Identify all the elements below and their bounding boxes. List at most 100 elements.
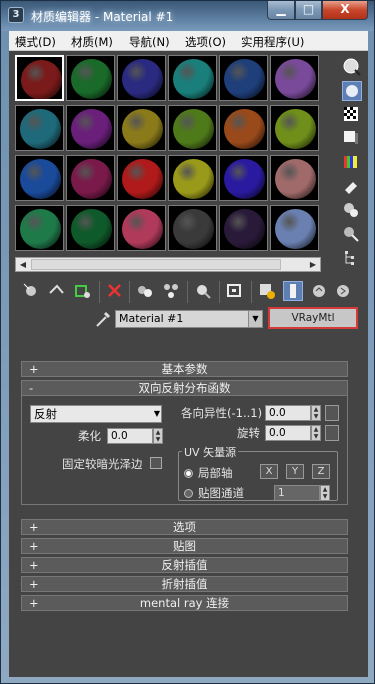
material-sphere xyxy=(122,109,163,149)
rollout-maps[interactable]: 贴图 + xyxy=(21,538,348,554)
rollout-refract-interpolation[interactable]: 折射插值 + xyxy=(21,576,348,592)
material-sample-slot[interactable] xyxy=(15,155,64,201)
axis-y-button[interactable]: Y xyxy=(286,464,304,479)
put-to-library-icon[interactable] xyxy=(193,281,213,301)
material-sample-slot[interactable] xyxy=(66,155,115,201)
material-sample-slot[interactable] xyxy=(168,55,217,101)
window-title: 材质编辑器 - Material #1 xyxy=(31,10,174,24)
rollout-label: mental ray 连接 xyxy=(139,596,230,610)
anisotropy-map-button[interactable] xyxy=(325,405,339,421)
material-sample-slot[interactable] xyxy=(219,105,268,151)
menu-material[interactable]: 材质(M) xyxy=(71,34,113,50)
material-sphere xyxy=(173,59,214,99)
rollout-basic-params[interactable]: 基本参数 + xyxy=(21,361,348,377)
get-material-icon[interactable] xyxy=(21,281,41,301)
scroll-left-icon[interactable]: ◀ xyxy=(16,258,30,271)
material-sphere xyxy=(275,209,316,249)
show-end-result-icon[interactable] xyxy=(283,281,303,301)
material-sample-slot[interactable] xyxy=(168,105,217,151)
backlight-icon[interactable] xyxy=(342,81,362,101)
map-channel-input[interactable]: 1 xyxy=(274,485,320,501)
show-map-icon[interactable] xyxy=(257,281,277,301)
rollout-options[interactable]: 选项 + xyxy=(21,519,348,535)
material-name-value: Material #1 xyxy=(119,312,184,325)
make-unique-icon[interactable] xyxy=(161,281,181,301)
material-sample-slot[interactable] xyxy=(270,55,319,101)
toolbar-separator xyxy=(187,281,188,303)
scroll-thumb[interactable] xyxy=(31,259,281,270)
soften-input[interactable]: 0.0 xyxy=(107,428,153,444)
eyedropper-icon[interactable] xyxy=(94,309,112,329)
material-sample-slot[interactable] xyxy=(117,155,166,201)
material-sample-slot[interactable] xyxy=(219,55,268,101)
make-preview-icon[interactable] xyxy=(342,177,362,197)
material-navigator-icon[interactable] xyxy=(342,249,362,269)
close-button[interactable]: X xyxy=(322,1,368,20)
map-channel-spinner[interactable]: ▲ ▼ xyxy=(320,485,330,501)
local-axis-radio[interactable] xyxy=(184,469,193,478)
material-type-button[interactable]: VRayMtl xyxy=(268,307,358,329)
title-bar[interactable]: 3 材质编辑器 - Material #1 ▁ □ X xyxy=(1,1,374,31)
chevron-down-icon[interactable]: ▼ xyxy=(248,311,262,327)
anisotropy-spinner[interactable]: ▲ ▼ xyxy=(311,405,321,421)
assign-to-selection-icon[interactable] xyxy=(73,281,93,301)
material-sphere xyxy=(173,109,214,149)
rollout-reflect-interpolation[interactable]: 反射插值 + xyxy=(21,557,348,573)
video-color-check-icon[interactable] xyxy=(342,153,362,173)
rollout-label: 贴图 xyxy=(173,539,196,553)
reset-map-icon[interactable] xyxy=(105,281,125,301)
material-sample-slot[interactable] xyxy=(168,205,217,251)
material-name-field[interactable]: Material #1 ▼ xyxy=(115,310,263,328)
menu-utilities[interactable]: 实用程序(U) xyxy=(241,34,304,50)
material-sample-slot[interactable] xyxy=(117,55,166,101)
rotation-spinner[interactable]: ▲ ▼ xyxy=(311,425,321,441)
rollout-label: 反射插值 xyxy=(161,558,208,572)
axis-z-button[interactable]: Z xyxy=(312,464,330,479)
map-channel-radio[interactable] xyxy=(184,489,193,498)
material-sample-slot[interactable] xyxy=(66,105,115,151)
material-sample-slot[interactable] xyxy=(15,205,64,251)
go-to-parent-icon[interactable] xyxy=(309,281,329,301)
rotation-map-button[interactable] xyxy=(325,425,339,441)
menu-mode[interactable]: 模式(D) xyxy=(15,34,56,50)
material-sample-slot[interactable] xyxy=(270,205,319,251)
put-to-scene-icon[interactable] xyxy=(47,281,67,301)
sample-type-icon[interactable] xyxy=(342,57,362,77)
material-sample-slot[interactable] xyxy=(219,205,268,251)
material-sample-slot[interactable] xyxy=(66,205,115,251)
rotation-label: 旋转 xyxy=(237,426,260,440)
maximize-button[interactable]: □ xyxy=(295,1,322,20)
rollout-brdf[interactable]: 双向反射分布函数 - xyxy=(21,380,348,396)
options-icon[interactable] xyxy=(342,201,362,221)
rollout-label: 选项 xyxy=(173,520,196,534)
axis-x-button[interactable]: X xyxy=(260,464,278,479)
scroll-right-icon[interactable]: ▶ xyxy=(306,258,320,271)
material-id-channel-icon[interactable] xyxy=(225,281,245,301)
material-sample-slot[interactable] xyxy=(117,205,166,251)
soften-spinner[interactable]: ▲ ▼ xyxy=(153,428,163,444)
select-by-material-icon[interactable] xyxy=(342,225,362,245)
material-sample-slot[interactable] xyxy=(270,105,319,151)
minimize-button[interactable]: ▁ xyxy=(267,1,295,20)
material-sample-slot[interactable] xyxy=(117,105,166,151)
copy-material-icon[interactable] xyxy=(135,281,155,301)
brdf-type-select[interactable]: 反射 ▼ xyxy=(30,405,162,423)
anisotropy-label: 各向异性(-1..1) xyxy=(181,406,263,420)
expand-sign: + xyxy=(29,558,39,572)
material-sample-slot[interactable] xyxy=(15,55,64,101)
material-sample-slot[interactable] xyxy=(219,155,268,201)
menu-options[interactable]: 选项(O) xyxy=(185,34,226,50)
material-sample-slot[interactable] xyxy=(270,155,319,201)
material-sample-slot[interactable] xyxy=(66,55,115,101)
material-sample-slot[interactable] xyxy=(168,155,217,201)
rotation-input[interactable]: 0.0 xyxy=(265,425,311,441)
anisotropy-input[interactable]: 0.0 xyxy=(265,405,311,421)
fix-dark-edges-checkbox[interactable] xyxy=(150,457,162,469)
rollout-mental-ray[interactable]: mental ray 连接 + xyxy=(21,595,348,611)
go-forward-sibling-icon[interactable] xyxy=(333,281,353,301)
slots-horizontal-scrollbar[interactable]: ◀ ▶ xyxy=(15,257,321,272)
material-sample-slot[interactable] xyxy=(15,105,64,151)
sample-uv-tiling-icon[interactable] xyxy=(342,129,362,149)
checker-background-icon[interactable] xyxy=(342,105,362,125)
menu-navigation[interactable]: 导航(N) xyxy=(129,34,170,50)
